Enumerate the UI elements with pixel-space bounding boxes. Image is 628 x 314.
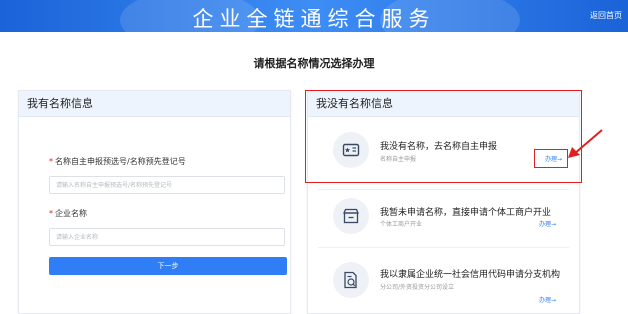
preselect-number-input[interactable] <box>49 176 285 194</box>
document-edit-icon <box>333 262 369 298</box>
handle-link[interactable]: 办理→ <box>533 149 568 168</box>
option-name-declaration[interactable]: 我没有名称，去名称自主申报 名称自主申报 办理→ <box>308 129 579 177</box>
divider <box>318 247 569 248</box>
option-title: 我以隶属企业统一社会信用代码申请分支机构 <box>380 270 561 280</box>
required-marker: * <box>49 157 53 166</box>
have-name-panel: 我有名称信息 *名称自主申报预选号/名称预先登记号 *企业名称 下一步 <box>18 90 291 314</box>
option-individual-business[interactable]: 我暂未申请名称，直接申请个体工商户开业 个体工商户开业 办理→ <box>308 194 579 242</box>
page-subtitle: 请根据名称情况选择办理 <box>253 57 375 70</box>
field-label-text: 企业名称 <box>55 209 87 218</box>
panel-title: 我有名称信息 <box>19 91 290 117</box>
company-name-input[interactable] <box>49 228 285 246</box>
next-step-button[interactable]: 下一步 <box>49 257 287 275</box>
option-title: 我暂未申请名称，直接申请个体工商户开业 <box>380 208 552 218</box>
home-link[interactable]: 返回首页 <box>590 10 622 21</box>
storefront-icon <box>333 198 369 234</box>
option-branch-office[interactable]: 我以隶属企业统一社会信用代码申请分支机构 分公司/外资投资分公司设立 办理→ <box>308 255 579 307</box>
handle-link[interactable]: 办理→ <box>539 295 556 304</box>
option-subtitle: 个体工商户开业 <box>380 221 423 228</box>
page-title: 企业全链通综合服务 <box>192 7 436 31</box>
option-subtitle: 分公司/外资投资分公司设立 <box>380 284 455 291</box>
id-card-icon <box>333 132 369 168</box>
header-bar: 企业全链通综合服务 返回首页 <box>0 0 628 32</box>
field-label: * 企业名称 <box>49 208 87 219</box>
field-label: * 名称自主申报预选号/名称预先登记号 <box>49 156 186 167</box>
handle-link[interactable]: 办理→ <box>539 219 556 228</box>
option-title: 我没有名称，去名称自主申报 <box>380 142 498 152</box>
no-name-panel: 我没有名称信息 我没有名称，去名称自主申报 名称自主申报 办理→ 我暂未申请名称… <box>307 90 580 314</box>
annotation-arrow-icon <box>568 129 603 158</box>
divider <box>318 189 569 190</box>
field-label-text: 名称自主申报预选号/名称预先登记号 <box>55 157 186 166</box>
option-subtitle: 名称自主申报 <box>380 156 417 163</box>
required-marker: * <box>49 209 53 218</box>
panel-title: 我没有名称信息 <box>308 91 579 117</box>
